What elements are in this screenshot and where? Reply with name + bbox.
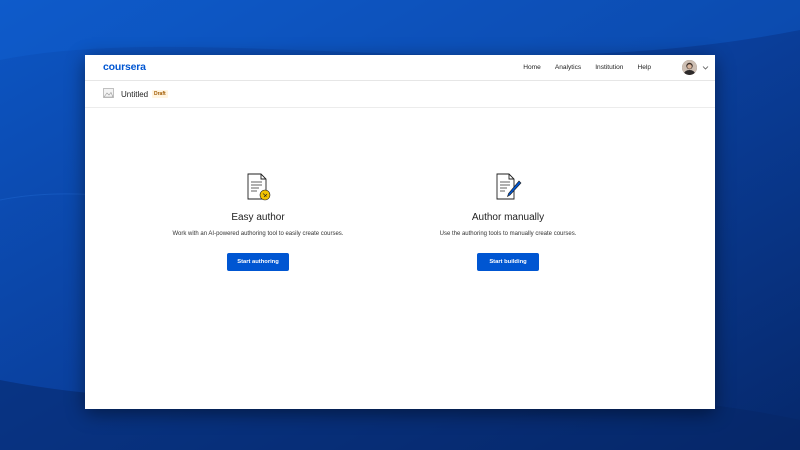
easy-author-description: Work with an AI-powered authoring tool t… bbox=[172, 231, 344, 237]
easy-author-card: Easy author Work with an AI-powered auth… bbox=[128, 172, 388, 271]
course-title: Untitled bbox=[121, 90, 149, 99]
nav-home[interactable]: Home bbox=[523, 64, 541, 71]
nav-analytics[interactable]: Analytics bbox=[555, 64, 581, 71]
coursera-logo[interactable]: coursera bbox=[103, 61, 146, 73]
avatar-image bbox=[682, 60, 697, 75]
ai-document-icon bbox=[247, 173, 271, 201]
easy-author-title: Easy author bbox=[231, 212, 285, 223]
top-navigation-bar: coursera Home Analytics Institution Help bbox=[85, 55, 715, 81]
course-header-bar: Untitled Draft bbox=[85, 82, 715, 108]
nav-help[interactable]: Help bbox=[637, 64, 651, 71]
author-manually-title: Author manually bbox=[471, 212, 545, 223]
user-avatar[interactable] bbox=[682, 60, 697, 75]
author-manually-description: Use the authoring tools to manually crea… bbox=[439, 231, 577, 237]
image-placeholder-icon bbox=[103, 88, 114, 98]
author-manually-card: Author manually Use the authoring tools … bbox=[378, 172, 638, 271]
document-pen-icon bbox=[496, 173, 522, 200]
status-badge: Draft bbox=[152, 90, 168, 98]
start-authoring-button[interactable]: Start authoring bbox=[227, 253, 289, 271]
nav-institution[interactable]: Institution bbox=[595, 64, 623, 71]
browser-window: coursera Home Analytics Institution Help… bbox=[85, 55, 715, 409]
chevron-down-icon[interactable] bbox=[702, 64, 709, 71]
nav-links: Home Analytics Institution Help bbox=[509, 64, 651, 71]
start-building-button[interactable]: Start building bbox=[477, 253, 539, 271]
